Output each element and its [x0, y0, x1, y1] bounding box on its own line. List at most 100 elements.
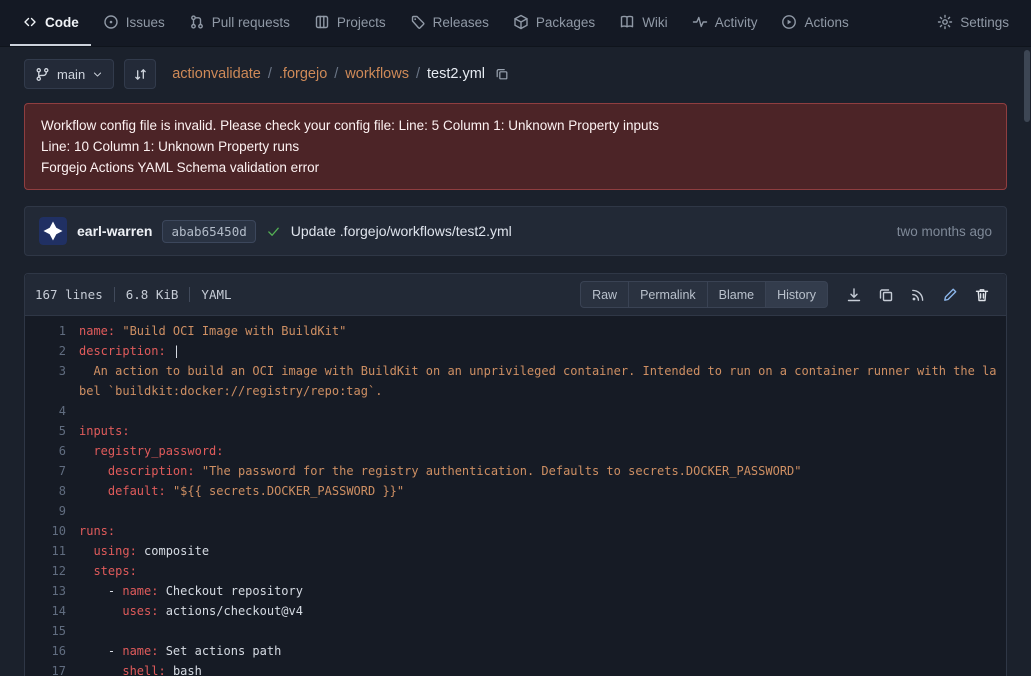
blame-button[interactable]: Blame [708, 281, 766, 308]
gear-icon [937, 14, 953, 30]
line-number[interactable]: 13 [25, 581, 79, 601]
code-text: - name: Checkout repository [79, 581, 1006, 601]
tab-releases[interactable]: Releases [398, 0, 501, 46]
line-number[interactable]: 14 [25, 601, 79, 621]
edit-button[interactable] [942, 287, 958, 303]
code-line: 13 - name: Checkout repository [25, 581, 1006, 601]
line-number[interactable]: 5 [25, 421, 79, 441]
tab-pull-requests[interactable]: Pull requests [177, 0, 302, 46]
page-scrollbar[interactable] [1023, 48, 1031, 676]
line-number[interactable]: 2 [25, 341, 79, 361]
file-language: YAML [201, 287, 231, 302]
file-size: 6.8 KiB [126, 287, 179, 302]
tab-wiki[interactable]: Wiki [607, 0, 680, 46]
breadcrumb-item[interactable]: actionvalidate [172, 66, 261, 82]
package-icon [513, 14, 529, 30]
compare-icon [133, 67, 148, 82]
line-number[interactable]: 4 [25, 401, 79, 421]
tab-activity[interactable]: Activity [680, 0, 770, 46]
line-number[interactable]: 6 [25, 441, 79, 461]
line-number[interactable]: 16 [25, 641, 79, 661]
tab-actions[interactable]: Actions [769, 0, 860, 46]
divider [189, 287, 190, 302]
error-line: Line: 10 Column 1: Unknown Property runs [41, 136, 990, 157]
avatar[interactable] [39, 217, 67, 245]
code-line: 10runs: [25, 521, 1006, 541]
tab-settings-label: Settings [960, 15, 1009, 30]
workflow-error-banner: Workflow config file is invalid. Please … [24, 103, 1007, 190]
code-line: 8 default: "${{ secrets.DOCKER_PASSWORD … [25, 481, 1006, 501]
line-number[interactable]: 3 [25, 361, 79, 401]
breadcrumb-separator: / [416, 66, 420, 82]
commit-status-check[interactable] [266, 224, 281, 239]
code-text: registry_password: [79, 441, 1006, 461]
compare-button[interactable] [124, 59, 156, 89]
commit-message[interactable]: Update .forgejo/workflows/test2.yml [291, 223, 512, 239]
navbar-spacer [861, 0, 925, 46]
line-number[interactable]: 9 [25, 501, 79, 521]
permalink-button[interactable]: Permalink [629, 281, 708, 308]
code-text [79, 621, 1006, 641]
tab-label: Issues [126, 15, 165, 30]
tab-label: Pull requests [212, 15, 290, 30]
compare-icon [133, 67, 148, 82]
code-line: 1name: "Build OCI Image with BuildKit" [25, 321, 1006, 341]
tag-icon [410, 14, 426, 30]
tab-code[interactable]: Code [10, 0, 91, 46]
commit-time: two months ago [897, 224, 992, 239]
download-button[interactable] [846, 287, 862, 303]
tab-packages[interactable]: Packages [501, 0, 607, 46]
code-text: runs: [79, 521, 1006, 541]
line-number[interactable]: 7 [25, 461, 79, 481]
pr-icon [189, 14, 205, 30]
page-content: main actionvalidate/.forgejo/workflows/t… [0, 59, 1031, 676]
tab-settings[interactable]: Settings [925, 0, 1021, 46]
file-header-actions: RawPermalinkBlameHistory [580, 281, 996, 308]
line-number[interactable]: 12 [25, 561, 79, 581]
copy-path-button[interactable] [495, 67, 509, 81]
line-number[interactable]: 1 [25, 321, 79, 341]
tab-label: Projects [337, 15, 386, 30]
rss-icon [910, 287, 926, 303]
commit-author[interactable]: earl-warren [77, 223, 152, 239]
scrollbar-thumb[interactable] [1024, 50, 1030, 122]
check-icon [266, 224, 281, 239]
line-number[interactable]: 11 [25, 541, 79, 561]
tab-label: Actions [804, 15, 848, 30]
file-action-icons [846, 287, 990, 303]
tab-projects[interactable]: Projects [302, 0, 398, 46]
file-header: 167 lines 6.8 KiB YAML RawPermalinkBlame… [25, 274, 1006, 316]
code-text: name: "Build OCI Image with BuildKit" [79, 321, 1006, 341]
commit-sha-badge[interactable]: abab65450d [162, 220, 255, 243]
breadcrumb-item[interactable]: .forgejo [279, 66, 327, 82]
breadcrumb-item[interactable]: workflows [345, 66, 409, 82]
history-button[interactable]: History [766, 281, 828, 308]
breadcrumb-item: test2.yml [427, 66, 485, 82]
gear-icon [937, 14, 953, 30]
line-number[interactable]: 8 [25, 481, 79, 501]
latest-commit-box: earl-warren abab65450d Update .forgejo/w… [24, 206, 1007, 256]
code-text: inputs: [79, 421, 1006, 441]
code-line: 16 - name: Set actions path [25, 641, 1006, 661]
line-number[interactable]: 15 [25, 621, 79, 641]
line-number[interactable]: 10 [25, 521, 79, 541]
delete-button[interactable] [974, 287, 990, 303]
code-line: 12 steps: [25, 561, 1006, 581]
tab-label: Releases [433, 15, 489, 30]
top-navbar: Code Issues Pull requests Projects Releases P… [0, 0, 1031, 47]
branch-bar: main actionvalidate/.forgejo/workflows/t… [24, 59, 1007, 89]
projects-icon [314, 14, 330, 30]
tab-issues[interactable]: Issues [91, 0, 177, 46]
divider [114, 287, 115, 302]
copy-icon [878, 287, 894, 303]
code-text [79, 501, 1006, 521]
file-view-box: 167 lines 6.8 KiB YAML RawPermalinkBlame… [24, 273, 1007, 676]
rss-button[interactable] [910, 287, 926, 303]
copy-button[interactable] [878, 287, 894, 303]
breadcrumb: actionvalidate/.forgejo/workflows/test2.… [172, 66, 509, 82]
book-icon [619, 14, 635, 30]
code-icon [22, 14, 38, 30]
raw-button[interactable]: Raw [580, 281, 629, 308]
branch-selector[interactable]: main [24, 59, 114, 89]
line-number[interactable]: 17 [25, 661, 79, 676]
